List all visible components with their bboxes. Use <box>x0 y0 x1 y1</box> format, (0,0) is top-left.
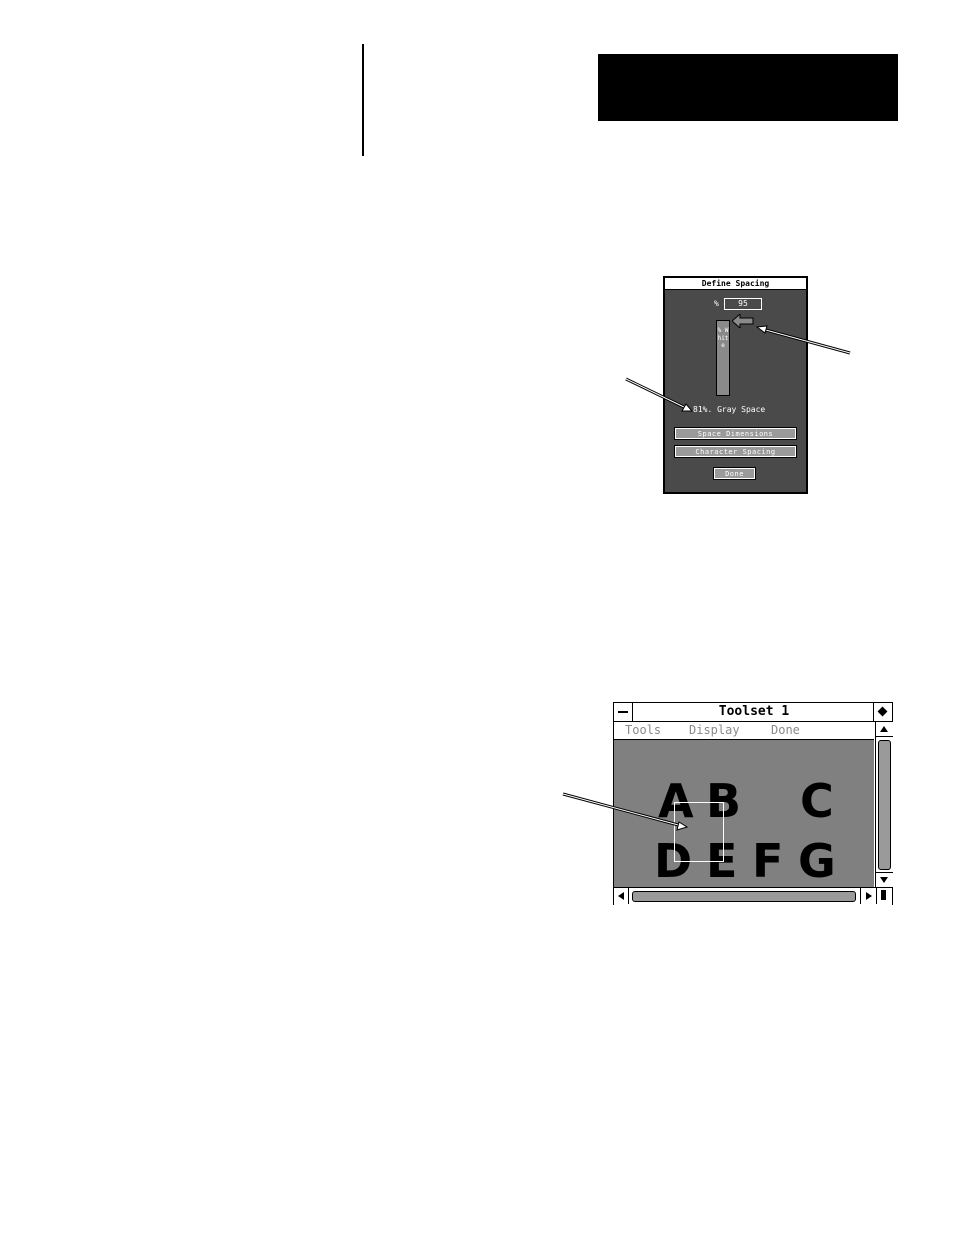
character-spacing-button[interactable]: Character Spacing <box>674 445 797 458</box>
margin-rule <box>362 44 364 156</box>
resize-corner-icon[interactable] <box>876 888 893 904</box>
image-canvas[interactable]: A B C D E F G <box>614 739 874 888</box>
toolset-window: Toolset 1 Tools Display Done A B C D E F… <box>613 702 893 905</box>
window-title: Toolset 1 <box>718 704 790 719</box>
horizontal-scroll-thumb[interactable] <box>632 891 856 902</box>
define-spacing-dialog: Define Spacing % % White 81%. Gray Space… <box>663 276 808 494</box>
system-menu-icon[interactable] <box>614 703 633 721</box>
slider-label: % White <box>717 327 729 349</box>
vertical-scroll-thumb[interactable] <box>878 740 891 870</box>
scroll-down-icon[interactable] <box>876 872 893 887</box>
white-percent-slider[interactable]: % White <box>716 320 730 396</box>
selection-box[interactable] <box>674 802 724 862</box>
callout-lines <box>562 325 851 831</box>
done-button[interactable]: Done <box>713 467 756 480</box>
percent-symbol: % <box>714 299 719 308</box>
scroll-right-icon[interactable] <box>860 888 875 904</box>
vertical-scrollbar[interactable] <box>875 722 893 887</box>
glyph-g: G <box>798 834 836 888</box>
gray-space-readout: 81%. Gray Space <box>693 405 766 414</box>
glyph-c: C <box>800 774 834 828</box>
dialog-title: Define Spacing <box>665 278 806 290</box>
space-dimensions-button[interactable]: Space Dimensions <box>674 427 797 440</box>
menu-bar: Tools Display Done <box>614 722 872 738</box>
glyph-f: F <box>752 834 784 888</box>
title-bar[interactable]: Toolset 1 <box>614 703 892 722</box>
menu-tools[interactable]: Tools <box>625 722 661 738</box>
section-header-block <box>598 54 898 121</box>
scroll-left-icon[interactable] <box>614 888 629 904</box>
menu-done[interactable]: Done <box>771 722 800 738</box>
slider-arrow-icon[interactable] <box>732 314 754 328</box>
menu-display[interactable]: Display <box>689 722 740 738</box>
horizontal-scrollbar[interactable] <box>614 887 892 905</box>
maximize-icon[interactable] <box>873 703 892 721</box>
percent-input[interactable] <box>724 298 762 310</box>
scroll-up-icon[interactable] <box>876 722 893 737</box>
